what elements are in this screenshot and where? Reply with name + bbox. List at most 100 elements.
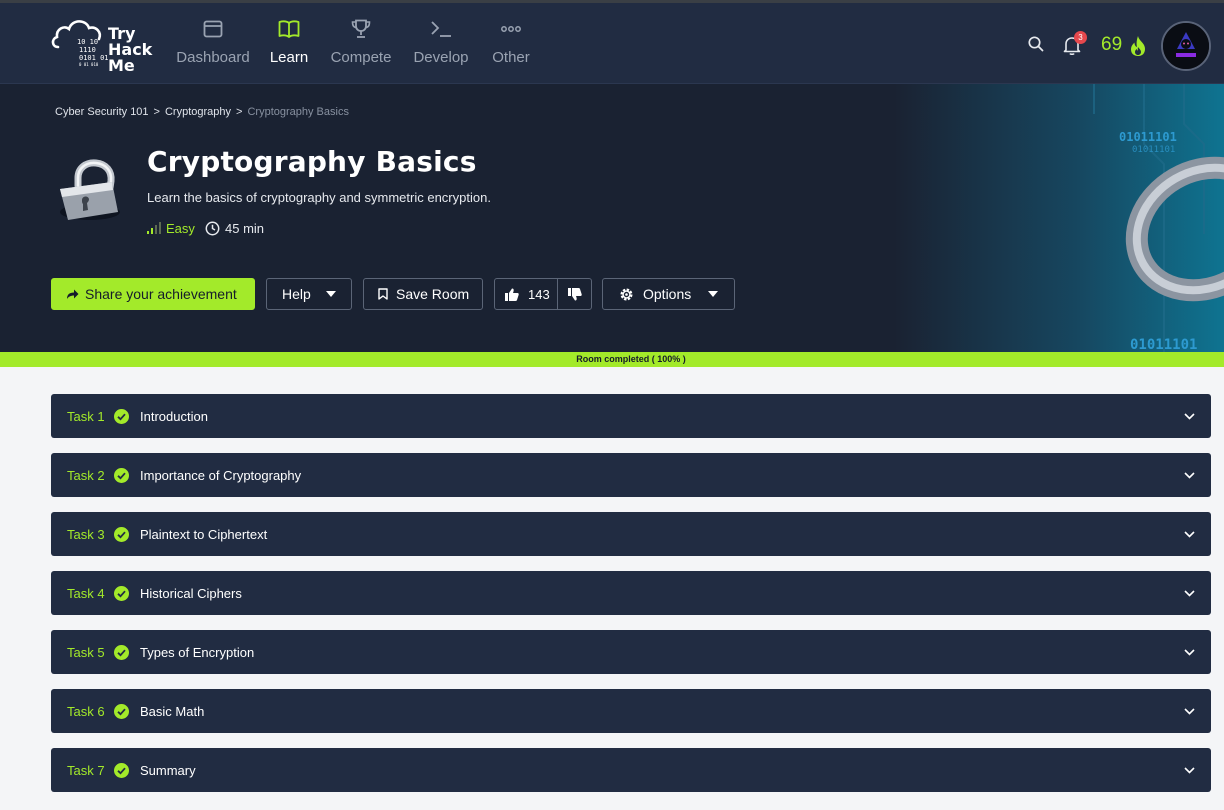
- breadcrumb-item-current: Cryptography Basics: [247, 106, 349, 118]
- task-title: Basic Math: [140, 703, 205, 719]
- check-circle-icon: [114, 703, 129, 719]
- task-number: Task 4: [67, 585, 105, 601]
- logo-line-3: Me: [108, 56, 135, 75]
- logo-wordmark: Try Hack Me: [108, 26, 152, 74]
- padlock-room-icon: [60, 159, 120, 220]
- upvote-button[interactable]: 143: [495, 279, 558, 309]
- share-achievement-label: Share your achievement: [85, 286, 237, 302]
- check-circle-icon: [114, 762, 129, 778]
- difficulty-badge: Easy: [147, 221, 195, 236]
- chevron-down-icon: [1184, 766, 1195, 774]
- nav-other[interactable]: Other: [486, 17, 536, 69]
- key-banner-image: 01011101 01011101 01011101: [1093, 84, 1224, 352]
- cloud-logo-icon: 10 10 1110 0101 01 0 01 010: [51, 20, 109, 67]
- breadcrumb-item-path[interactable]: Cyber Security 101: [55, 106, 149, 118]
- search-button[interactable]: [1026, 34, 1046, 54]
- task-accordion-7[interactable]: Task 7 Summary: [51, 748, 1211, 792]
- nav-learn[interactable]: Learn: [266, 17, 312, 69]
- signal-bars-icon: [147, 222, 161, 234]
- task-title: Historical Ciphers: [140, 585, 242, 601]
- search-icon: [1028, 36, 1044, 52]
- task-title: Summary: [140, 762, 196, 778]
- room-title: Cryptography Basics: [147, 145, 477, 178]
- trophy-icon: [351, 19, 371, 38]
- nav-develop[interactable]: Develop: [409, 17, 473, 69]
- breadcrumb-item-module[interactable]: Cryptography: [165, 106, 231, 118]
- flame-icon: [1131, 36, 1145, 56]
- nav-dashboard-label: Dashboard: [176, 49, 250, 66]
- svg-text:1110: 1110: [79, 46, 96, 54]
- user-avatar[interactable]: [1161, 21, 1211, 71]
- share-arrow-icon: [67, 289, 79, 299]
- task-number: Task 3: [67, 526, 105, 542]
- difficulty-label: Easy: [166, 221, 195, 236]
- svg-text:0 01 010: 0 01 010: [79, 62, 99, 67]
- task-title: Types of Encryption: [140, 644, 255, 660]
- duration: 45 min: [205, 221, 264, 236]
- task-number: Task 2: [67, 467, 105, 483]
- avatar-image: [1163, 23, 1209, 69]
- more-dots-icon: [501, 26, 521, 32]
- share-achievement-button[interactable]: Share your achievement: [51, 278, 255, 310]
- task-accordion-5[interactable]: Task 5 Types of Encryption: [51, 630, 1211, 674]
- banner-binary-2: 01011101: [1132, 145, 1175, 155]
- check-circle-icon: [114, 408, 129, 424]
- breadcrumb-separator: >: [153, 106, 160, 118]
- notification-count-badge: 3: [1074, 31, 1087, 44]
- check-circle-icon: [114, 585, 129, 601]
- chevron-down-icon: [1184, 412, 1195, 420]
- options-dropdown-button[interactable]: Options: [602, 278, 735, 310]
- svg-text:0101 01: 0101 01: [79, 54, 108, 62]
- nav-dashboard[interactable]: Dashboard: [172, 17, 254, 69]
- task-accordion-1[interactable]: Task 1 Introduction: [51, 394, 1211, 438]
- task-accordion-6[interactable]: Task 6 Basic Math: [51, 689, 1211, 733]
- svg-text:10 10: 10 10: [77, 38, 98, 46]
- thumbs-down-icon: [567, 287, 582, 300]
- breadcrumb-separator: >: [236, 106, 243, 118]
- task-number: Task 6: [67, 703, 105, 719]
- chevron-down-icon: [1184, 530, 1195, 538]
- banner-binary-3: 01011101: [1130, 337, 1197, 352]
- chevron-down-icon: [1184, 707, 1195, 715]
- task-accordion-2[interactable]: Task 2 Importance of Cryptography: [51, 453, 1211, 497]
- room-banner-art: 01011101 01011101 01011101: [894, 84, 1224, 352]
- room-header: 01011101 01011101 01011101 Cyber Securit…: [0, 84, 1224, 352]
- thumbs-up-icon: [505, 288, 519, 301]
- task-number: Task 7: [67, 762, 105, 778]
- window-icon: [203, 20, 223, 38]
- nav-compete[interactable]: Compete: [326, 17, 396, 69]
- chevron-down-icon: [1184, 471, 1195, 479]
- clock-icon: [205, 221, 220, 236]
- upvote-count: 143: [528, 286, 550, 302]
- banner-binary-1: 01011101: [1119, 130, 1177, 144]
- notifications-button[interactable]: 3: [1060, 31, 1087, 57]
- task-number: Task 1: [67, 408, 105, 424]
- chevron-down-icon: [1184, 648, 1195, 656]
- save-room-label: Save Room: [396, 286, 470, 302]
- vote-group: 143: [494, 278, 592, 310]
- caret-down-icon: [326, 291, 336, 297]
- room-description: Learn the basics of cryptography and sym…: [147, 190, 491, 205]
- nav-other-label: Other: [492, 49, 530, 66]
- room-progress-label: Room completed ( 100% ): [576, 354, 686, 364]
- gear-icon: [620, 287, 633, 301]
- task-number: Task 5: [67, 644, 105, 660]
- check-circle-icon: [114, 526, 129, 542]
- bookmark-icon: [378, 288, 388, 300]
- task-accordion-4[interactable]: Task 4 Historical Ciphers: [51, 571, 1211, 615]
- save-room-button[interactable]: Save Room: [363, 278, 483, 310]
- nav-learn-label: Learn: [269, 49, 309, 66]
- terminal-icon: [431, 21, 451, 37]
- duration-label: 45 min: [225, 221, 265, 236]
- task-accordion-3[interactable]: Task 3 Plaintext to Ciphertext: [51, 512, 1211, 556]
- downvote-button[interactable]: [558, 279, 591, 309]
- nav-develop-label: Develop: [413, 49, 469, 66]
- help-label: Help: [282, 286, 311, 302]
- nav-compete-label: Compete: [330, 49, 392, 66]
- check-circle-icon: [114, 644, 129, 660]
- check-circle-icon: [114, 467, 129, 483]
- help-dropdown-button[interactable]: Help: [266, 278, 352, 310]
- streak-count: 69: [1101, 34, 1123, 55]
- chevron-down-icon: [1184, 589, 1195, 597]
- tryhackme-logo[interactable]: 10 10 1110 0101 01 0 01 010 Try Hack Me: [50, 13, 156, 75]
